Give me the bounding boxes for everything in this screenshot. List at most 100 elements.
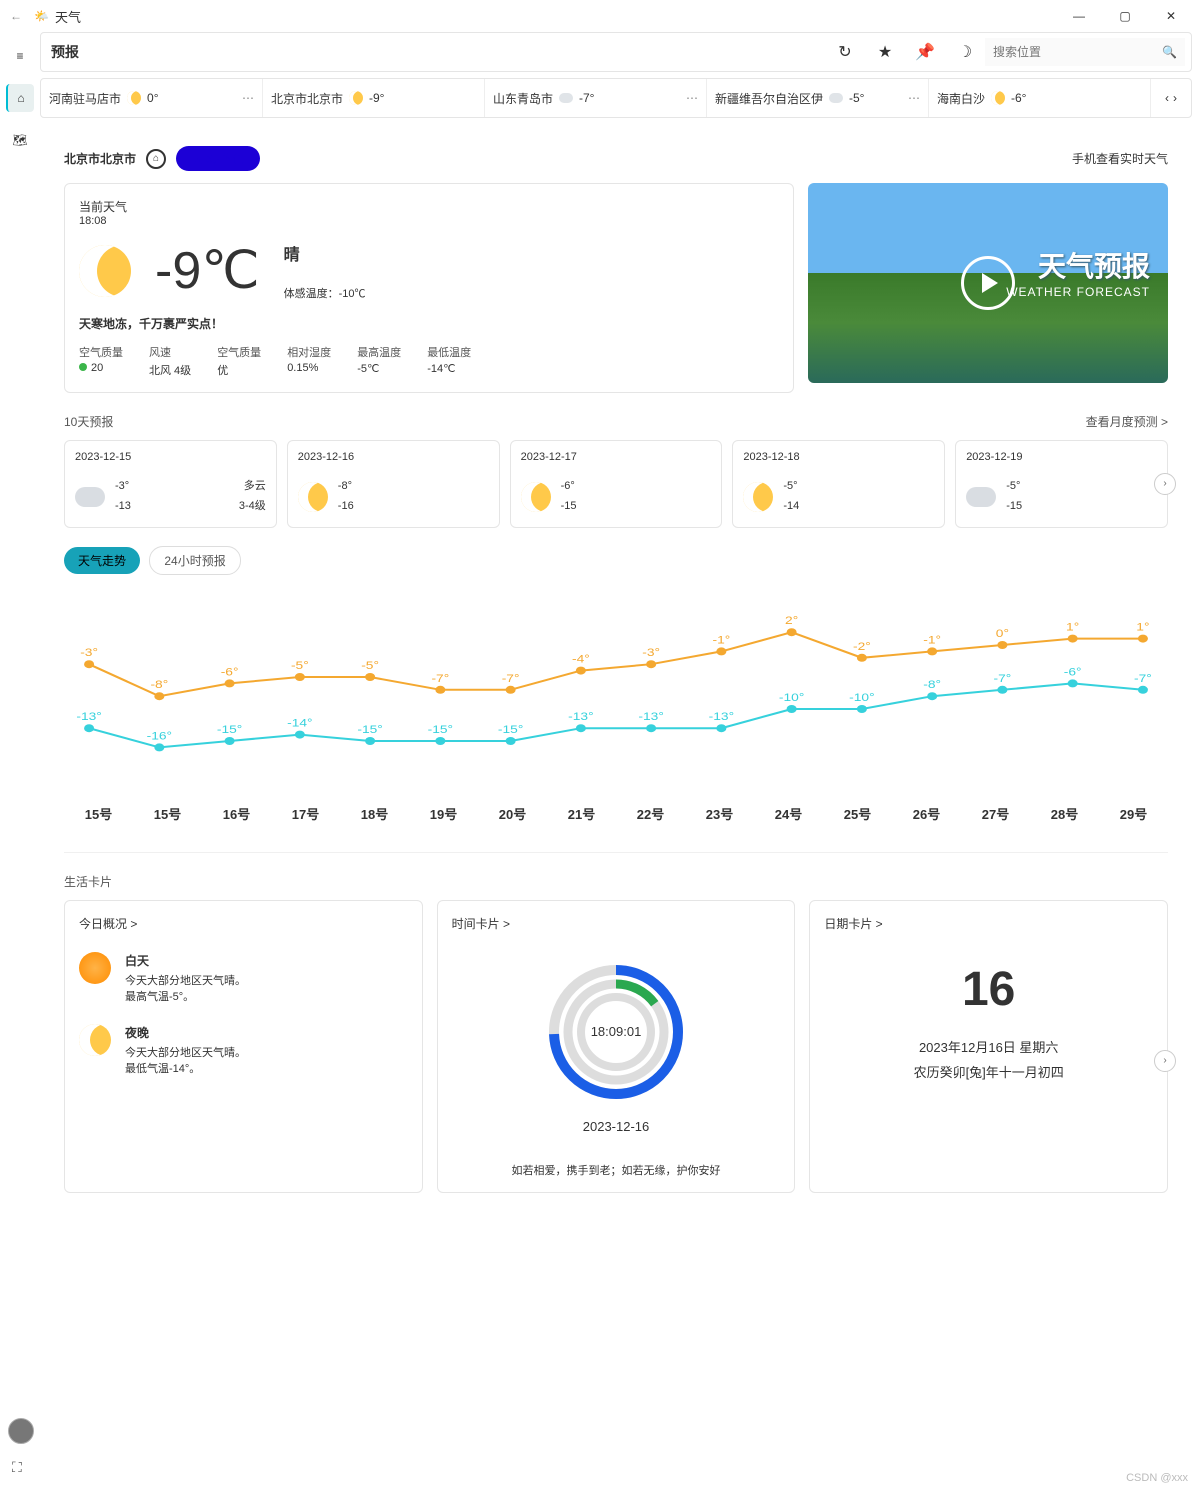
current-temp: -9℃ [155, 241, 260, 301]
monthly-link[interactable]: 查看月度预测 > [1086, 413, 1168, 430]
day-card[interactable]: 2023-12-19-5°-15 [955, 440, 1168, 528]
city-cell[interactable]: 海南白沙-6° [929, 79, 1151, 117]
clock-header[interactable]: 时间卡片 > [452, 915, 781, 932]
day-date: 2023-12-16 [298, 451, 489, 463]
clock-card: 时间卡片 > 18:09:01 2023-12-16 如若相爱，携手到老；如若无… [437, 900, 796, 1193]
date-line2: 农历癸卯[兔]年十一月初四 [824, 1062, 1153, 1081]
svg-text:-6°: -6° [221, 665, 239, 677]
metric: 相对湿度0.15% [287, 344, 331, 378]
more-dots-icon[interactable]: ⋯ [242, 91, 254, 105]
map-icon[interactable]: 🗺 [6, 126, 34, 154]
city-cell[interactable]: 山东青岛市-7°⋯ [485, 79, 707, 117]
svg-text:1°: 1° [1136, 620, 1149, 632]
day-cond: 多云 [239, 477, 266, 497]
mobile-link[interactable]: 手机查看实时天气 [1072, 150, 1168, 167]
minimize-button[interactable]: — [1056, 0, 1102, 32]
tab-24h[interactable]: 24小时预报 [149, 546, 240, 575]
day-text: 今天大部分地区天气晴。 最高气温-5°。 [125, 973, 246, 1006]
day-wind: 3-4级 [239, 497, 266, 517]
svg-text:-10°: -10° [849, 691, 874, 703]
city-cell[interactable]: 北京市北京市-9° [263, 79, 485, 117]
more-dots-icon[interactable]: ⋯ [686, 91, 698, 105]
x-label: 15号 [64, 804, 133, 823]
day-card[interactable]: 2023-12-16-8°-16 [287, 440, 500, 528]
cloud-icon [559, 93, 573, 103]
close-button[interactable]: ✕ [1148, 0, 1194, 32]
svg-text:2°: 2° [785, 614, 798, 626]
overview-card: 今日概况 > 白天 今天大部分地区天气晴。 最高气温-5°。 夜晚 今天大部分地… [64, 900, 423, 1193]
search-icon[interactable]: 🔍 [1162, 45, 1177, 59]
app-icon: 🌤️ [34, 9, 49, 23]
metric-label: 相对湿度 [287, 344, 331, 360]
current-weather-card: 当前天气 18:08 -9℃ 晴 体感温度：-10℃ 天寒地冻，千万裹严实点！ … [64, 183, 794, 393]
overview-header[interactable]: 今日概况 > [79, 915, 408, 932]
svg-text:-6°: -6° [1064, 665, 1082, 677]
metrics-row: 空气质量20风速北风 4级空气质量优相对湿度0.15%最高温度-5℃最低温度-1… [79, 344, 779, 378]
metric: 空气质量20 [79, 344, 123, 378]
pin-icon[interactable]: 📌 [905, 42, 945, 62]
moon-icon [349, 91, 363, 105]
forecast-video[interactable]: 天气预报 WEATHER FORECAST [808, 183, 1168, 383]
home-location-icon[interactable]: ⌂ [146, 149, 166, 169]
x-label: 20号 [478, 804, 547, 823]
clock-motto: 如若相爱，携手到老；如若无缘，护你安好 [452, 1162, 781, 1178]
city-cell[interactable]: 新疆维吾尔自治区伊-5°⋯ [707, 79, 929, 117]
back-button[interactable]: ← [4, 9, 28, 23]
home-icon[interactable]: ⌂ [6, 84, 34, 112]
metric: 最低温度-14℃ [427, 344, 471, 378]
life-title: 生活卡片 [64, 873, 112, 890]
weather-alert-pill[interactable]: 大风·蓝色 [176, 146, 260, 171]
current-condition: 晴 [284, 241, 366, 265]
more-dots-icon[interactable]: ⋯ [908, 91, 920, 105]
ten-day-title: 10天预报 [64, 413, 113, 430]
svg-text:-5°: -5° [291, 659, 309, 671]
city-cell[interactable]: 河南驻马店市0°⋯ [41, 79, 263, 117]
x-label: 15号 [133, 804, 202, 823]
day-lo: -14 [783, 497, 799, 517]
day-card[interactable]: 2023-12-17-6°-15 [510, 440, 723, 528]
svg-text:-1°: -1° [923, 633, 941, 645]
date-line1: 2023年12月16日 星期六 [824, 1037, 1153, 1056]
cloud-icon [75, 487, 105, 507]
day-lo: -16 [338, 497, 354, 517]
user-avatar[interactable] [8, 1418, 34, 1444]
metric-value: 20 [79, 362, 123, 374]
svg-text:-13°: -13° [638, 710, 663, 722]
cloud-icon [966, 487, 996, 507]
scroll-right-button[interactable]: › [1154, 473, 1176, 495]
day-date: 2023-12-18 [743, 451, 934, 463]
svg-text:-14°: -14° [287, 716, 312, 728]
day-date: 2023-12-15 [75, 451, 266, 463]
life-scroll-right[interactable]: › [1154, 1050, 1176, 1072]
maximize-button[interactable]: ▢ [1102, 0, 1148, 32]
svg-text:-13°: -13° [568, 710, 593, 722]
x-label: 18号 [340, 804, 409, 823]
x-label: 17号 [271, 804, 340, 823]
date-header[interactable]: 日期卡片 > [824, 915, 1153, 932]
current-slogan: 天寒地冻，千万裹严实点！ [79, 315, 779, 332]
hamburger-icon[interactable]: ≡ [6, 42, 34, 70]
tab-trend[interactable]: 天气走势 [64, 547, 140, 574]
metric-label: 空气质量 [217, 344, 261, 360]
svg-text:-13°: -13° [76, 710, 101, 722]
moon-mode-icon[interactable]: ☽ [945, 42, 985, 62]
current-header: 当前天气 [79, 198, 779, 215]
city-next[interactable]: › [1173, 91, 1177, 105]
night-moon-icon [79, 1024, 111, 1056]
search-input[interactable] [993, 45, 1162, 59]
day-card[interactable]: 2023-12-15-3°-13多云3-4级 [64, 440, 277, 528]
svg-text:-7°: -7° [994, 672, 1012, 684]
x-label: 28号 [1030, 804, 1099, 823]
x-label: 26号 [892, 804, 961, 823]
search-box[interactable]: 🔍 [985, 38, 1185, 66]
page-heading: 预报 [41, 42, 825, 62]
night-label: 夜晚 [125, 1024, 246, 1041]
svg-text:-8°: -8° [923, 678, 941, 690]
expand-icon[interactable]: ⛶ [12, 1459, 22, 1476]
day-hi: -5° [1006, 477, 1022, 497]
city-prev[interactable]: ‹ [1165, 91, 1169, 105]
day-card[interactable]: 2023-12-18-5°-14 [732, 440, 945, 528]
ten-day-list: 2023-12-15-3°-13多云3-4级2023-12-16-8°-1620… [64, 440, 1168, 528]
refresh-icon[interactable]: ↻ [825, 42, 865, 62]
star-icon[interactable]: ★ [865, 42, 905, 62]
